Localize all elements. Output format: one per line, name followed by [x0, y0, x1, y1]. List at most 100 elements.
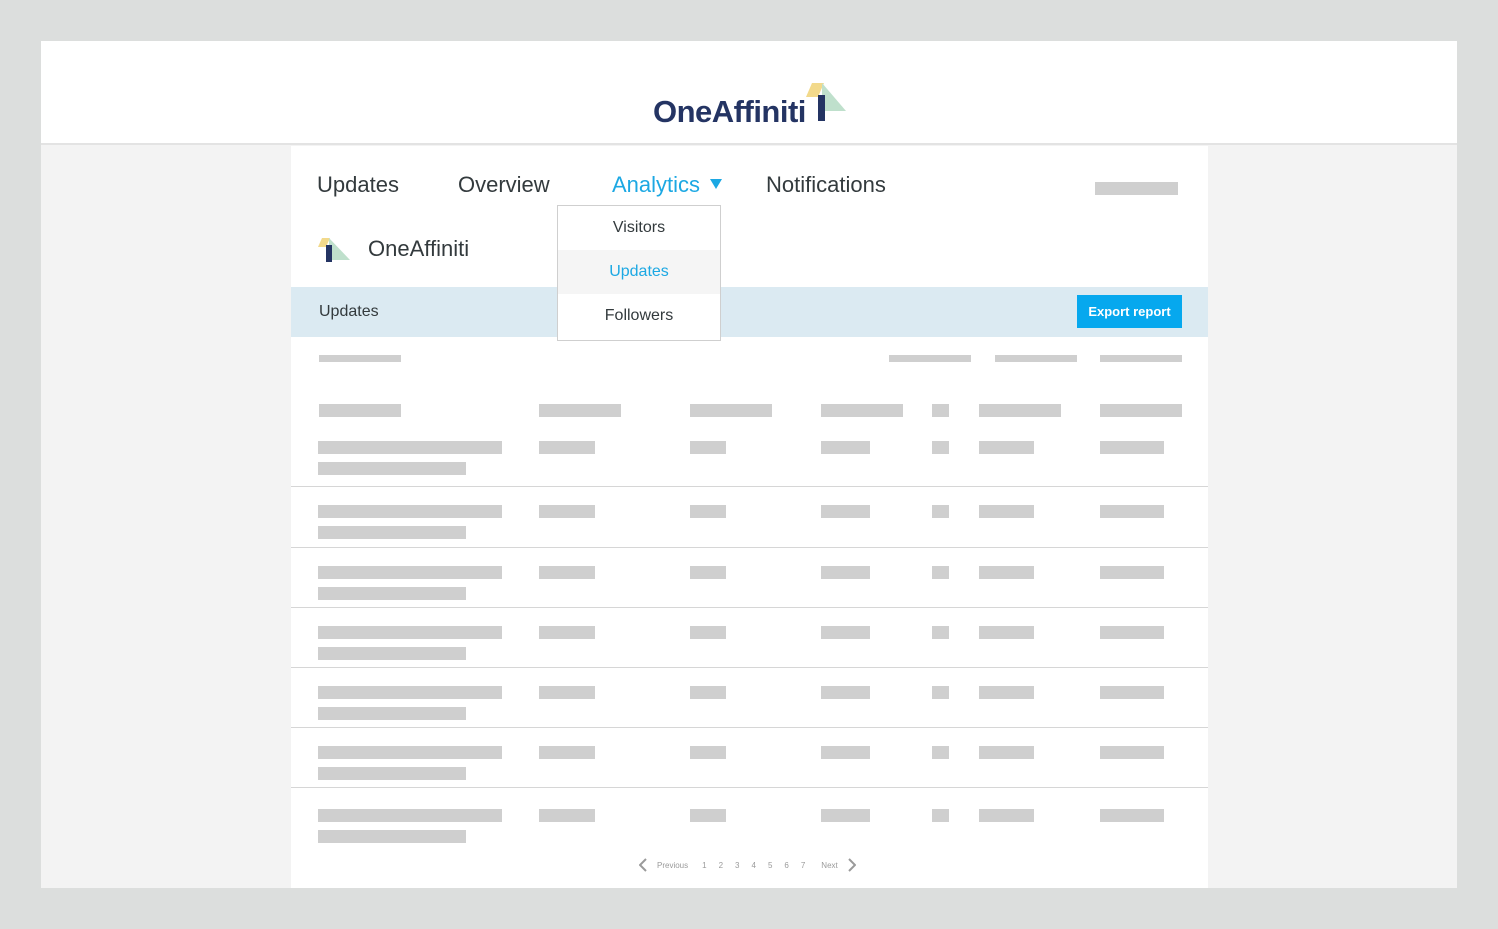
table-row-subtitle-placeholder: [318, 587, 466, 600]
analytics-dropdown-menu: Visitors Updates Followers: [557, 205, 721, 341]
table-cell-placeholder: [932, 626, 949, 639]
table-cell-placeholder: [932, 686, 949, 699]
company-name: OneAffiniti: [368, 236, 470, 261]
summary-placeholder: [319, 355, 401, 362]
table-cell-placeholder: [1100, 809, 1164, 822]
table-row-divider: [291, 727, 1208, 728]
table-row-subtitle-placeholder: [318, 462, 466, 475]
table-cell-placeholder: [539, 809, 595, 822]
table-row-title-placeholder: [318, 686, 502, 699]
chevron-right-icon[interactable]: [848, 858, 856, 872]
table-cell-placeholder: [690, 566, 726, 579]
page-6[interactable]: 6: [784, 861, 788, 870]
table-cell-placeholder: [1100, 505, 1164, 518]
table-cell-placeholder: [979, 441, 1034, 454]
table-cell-placeholder: [821, 566, 870, 579]
table-cell-placeholder: [932, 505, 949, 518]
table-row-divider: [291, 607, 1208, 608]
dropdown-item-updates[interactable]: Updates: [558, 250, 720, 294]
table-cell-placeholder: [821, 809, 870, 822]
nav-analytics[interactable]: Analytics: [612, 172, 723, 198]
table-row-divider: [291, 787, 1208, 788]
table-row-title-placeholder: [318, 809, 502, 822]
dropdown-item-followers[interactable]: Followers: [558, 294, 720, 338]
table-row-title-placeholder: [318, 746, 502, 759]
table-cell-placeholder: [690, 809, 726, 822]
table-row-title-placeholder: [318, 505, 502, 518]
section-title: Updates: [319, 303, 379, 320]
table-cell-placeholder: [690, 505, 726, 518]
page-7[interactable]: 7: [801, 861, 805, 870]
table-row-subtitle-placeholder: [318, 526, 466, 539]
brand-mark-icon: [805, 83, 846, 121]
user-placeholder[interactable]: [1095, 182, 1178, 195]
table-cell-placeholder: [539, 505, 595, 518]
brand-name: OneAffiniti: [653, 94, 806, 129]
nav-updates[interactable]: Updates: [317, 172, 399, 198]
brand-logo[interactable]: OneAffiniti: [653, 71, 846, 127]
table-cell-placeholder: [979, 746, 1034, 759]
table-cell-placeholder: [979, 505, 1034, 518]
table-cell-placeholder: [932, 566, 949, 579]
page-1[interactable]: 1: [702, 861, 706, 870]
table-cell-placeholder: [821, 686, 870, 699]
table-row-title-placeholder: [318, 566, 502, 579]
main-nav: Updates Overview Analytics Notifications: [291, 146, 1208, 226]
pagination-previous[interactable]: Previous: [657, 861, 688, 870]
table-cell-placeholder: [821, 505, 870, 518]
column-header-placeholder: [979, 404, 1061, 417]
column-header-placeholder: [690, 404, 772, 417]
table-cell-placeholder: [539, 686, 595, 699]
page-2[interactable]: 2: [719, 861, 723, 870]
chevron-left-icon[interactable]: [639, 858, 647, 872]
table-cell-placeholder: [690, 441, 726, 454]
table-cell-placeholder: [932, 809, 949, 822]
table-cell-placeholder: [1100, 441, 1164, 454]
table-cell-placeholder: [821, 746, 870, 759]
table-cell-placeholder: [539, 626, 595, 639]
table-cell-placeholder: [932, 441, 949, 454]
table-cell-placeholder: [690, 626, 726, 639]
table-cell-placeholder: [1100, 686, 1164, 699]
table-cell-placeholder: [979, 809, 1034, 822]
table-row-subtitle-placeholder: [318, 647, 466, 660]
table-row-subtitle-placeholder: [318, 830, 466, 843]
table-cell-placeholder: [979, 626, 1034, 639]
table-row-title-placeholder: [318, 626, 502, 639]
nav-overview[interactable]: Overview: [458, 172, 550, 198]
pagination-next[interactable]: Next: [821, 861, 837, 870]
main-panel: Updates Overview Analytics Notifications…: [291, 146, 1208, 888]
caret-down-icon: [710, 179, 723, 190]
table-row-divider: [291, 547, 1208, 548]
page-3[interactable]: 3: [735, 861, 739, 870]
table-cell-placeholder: [539, 746, 595, 759]
app-frame: OneAffiniti Updates Overview Analytics N…: [41, 41, 1457, 888]
section-subheader: Updates Export report: [291, 287, 1208, 337]
table-row-subtitle-placeholder: [318, 707, 466, 720]
column-header-placeholder: [319, 404, 401, 417]
table-cell-placeholder: [932, 746, 949, 759]
column-header-placeholder: [539, 404, 621, 417]
table-cell-placeholder: [821, 626, 870, 639]
column-header-placeholder: [821, 404, 903, 417]
table-cell-placeholder: [1100, 626, 1164, 639]
pagination: Previous 1 2 3 4 5 6 7 Next: [639, 857, 868, 873]
export-report-button[interactable]: Export report: [1077, 295, 1182, 328]
company-logo-icon: [318, 238, 350, 262]
column-header-placeholder: [932, 404, 949, 417]
summary-placeholder: [995, 355, 1077, 362]
table-cell-placeholder: [821, 441, 870, 454]
nav-analytics-label: Analytics: [612, 172, 701, 197]
summary-placeholder: [1100, 355, 1182, 362]
summary-placeholder: [889, 355, 971, 362]
page-5[interactable]: 5: [768, 861, 772, 870]
nav-notifications[interactable]: Notifications: [766, 172, 886, 198]
table-row-divider: [291, 486, 1208, 487]
table-row-title-placeholder: [318, 441, 502, 454]
table-cell-placeholder: [1100, 746, 1164, 759]
dropdown-item-visitors[interactable]: Visitors: [558, 206, 720, 250]
table-cell-placeholder: [690, 746, 726, 759]
table-cell-placeholder: [690, 686, 726, 699]
page-4[interactable]: 4: [751, 861, 755, 870]
table-cell-placeholder: [539, 441, 595, 454]
